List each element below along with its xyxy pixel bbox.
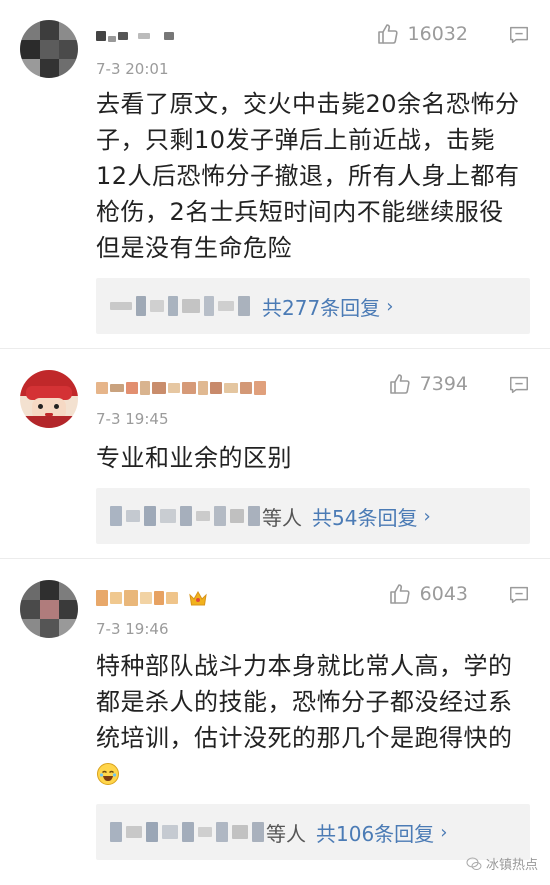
- reply-count-link[interactable]: 共277条回复 ›: [262, 292, 393, 321]
- replier-names-blurred: [110, 506, 260, 526]
- avatar[interactable]: [20, 20, 78, 78]
- comment-icon[interactable]: [508, 374, 530, 396]
- username-blurred[interactable]: [96, 376, 266, 400]
- laughing-emoji-icon: [97, 763, 119, 785]
- comment-time: 7-3 19:45: [96, 410, 169, 428]
- thumbs-up-icon: [389, 584, 410, 604]
- reply-preview[interactable]: 共277条回复 ›: [96, 278, 530, 334]
- divider: [0, 348, 550, 349]
- avatar[interactable]: [20, 580, 78, 638]
- chevron-right-icon: ›: [423, 505, 431, 527]
- like-count: 7394: [419, 373, 468, 395]
- comment-time: 7-3 20:01: [96, 60, 169, 78]
- reply-preview[interactable]: 等人 共54条回复 ›: [96, 488, 530, 544]
- reply-count: 共277条回复: [262, 295, 381, 320]
- comment-item: 7-3 19:45 7394 专业和业余的区别 等人 共54条回复 ›: [0, 350, 550, 555]
- thumbs-up-icon: [377, 24, 398, 44]
- comment-text: 专业和业余的区别: [96, 444, 292, 472]
- username-blurred[interactable]: [96, 24, 174, 48]
- thumbs-up-icon: [389, 374, 410, 394]
- comment-item: 7-3 19:46 6043 特种部队战斗力本身就比常人高，学的都是杀人的技能，…: [0, 560, 550, 885]
- reply-count: 共106条回复: [316, 821, 435, 846]
- reply-count-link[interactable]: 共54条回复 ›: [312, 502, 431, 531]
- comment-text: 特种部队战斗力本身就比常人高，学的都是杀人的技能，恐怖分子都没经过系统培训，估计…: [96, 648, 526, 792]
- comment-text-body: 特种部队战斗力本身就比常人高，学的都是杀人的技能，恐怖分子都没经过系统培训，估计…: [96, 652, 513, 752]
- replier-names-blurred: [110, 296, 250, 316]
- username-blurred[interactable]: [96, 586, 208, 610]
- comment-item: 7-3 20:01 16032 去看了原文，交火中击毙20余名恐怖分子，只剩10…: [0, 0, 550, 345]
- like-count: 16032: [407, 23, 468, 45]
- like-count: 6043: [419, 583, 468, 605]
- crown-badge-icon: [189, 590, 207, 606]
- watermark: 冰镇热点: [466, 854, 538, 873]
- reply-suffix: 等人: [262, 505, 302, 530]
- chevron-right-icon: ›: [386, 295, 394, 317]
- divider: [0, 558, 550, 559]
- comment-icon[interactable]: [508, 584, 530, 606]
- chevron-right-icon: ›: [440, 821, 448, 843]
- avatar[interactable]: [20, 370, 78, 428]
- wechat-icon: [466, 857, 482, 870]
- comment-text: 去看了原文，交火中击毙20余名恐怖分子，只剩10发子弹后上前近战，击毙12人后恐…: [96, 90, 520, 262]
- like-button[interactable]: 16032: [376, 22, 468, 46]
- like-button[interactable]: 6043: [388, 582, 468, 606]
- reply-suffix: 等人: [266, 821, 306, 846]
- comment-icon[interactable]: [508, 24, 530, 46]
- watermark-text: 冰镇热点: [485, 858, 538, 873]
- reply-preview[interactable]: 等人 共106条回复 ›: [96, 804, 530, 860]
- reply-count-link[interactable]: 共106条回复 ›: [316, 818, 447, 847]
- like-button[interactable]: 7394: [388, 372, 468, 396]
- comment-time: 7-3 19:46: [96, 620, 169, 638]
- reply-count: 共54条回复: [312, 505, 418, 530]
- replier-names-blurred: [110, 822, 264, 842]
